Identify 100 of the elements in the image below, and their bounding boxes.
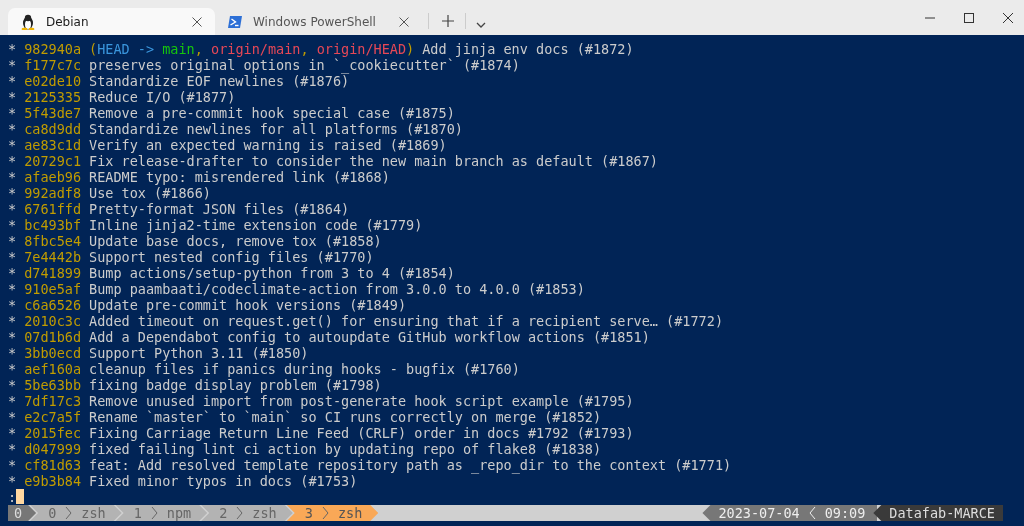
window-segment[interactable]: 2 zsh [201,505,293,521]
graph-marker: * [8,393,17,409]
close-icon[interactable] [398,15,410,28]
commit-hash: 2125335 [24,89,82,105]
commit-message: Inline jinja2-time extension code (#1779) [89,217,423,233]
graph-marker: * [8,313,17,329]
window-name: zsh [81,505,106,521]
commit-message: Remove a pre-commit hook special case (#1875) [89,105,455,121]
tab-title: Debian [46,14,90,29]
commit-hash: c6a6526 [24,297,82,313]
commit-hash: 3bb0ecd [24,345,82,361]
ref-label: main [162,41,195,57]
penguin-icon [20,13,36,30]
graph-marker: * [8,89,17,105]
graph-marker: * [8,425,17,441]
commit-hash: 2015fec [24,425,82,441]
plus-icon[interactable] [441,14,455,28]
commit-hash: ca8d9dd [24,121,82,137]
graph-marker: * [8,441,17,457]
graph-marker: * [8,345,17,361]
ref-punctuation: , [300,41,310,57]
ref-punctuation: ( [89,41,98,57]
commit-message: fixed failing lint ci action by updating repo of flake8 (#1838) [89,441,602,457]
window-segment[interactable]: 3 zsh [286,505,379,521]
window-name: zsh [337,505,363,521]
commit-hash: 7e4442b [24,249,82,265]
chevron-down-icon[interactable] [476,22,486,28]
commit-hash: cf81d63 [24,457,82,473]
chevron-left-icon [808,506,816,520]
chevron-right-icon [236,506,244,520]
graph-marker: * [8,169,17,185]
graph-marker: * [8,457,17,473]
close-icon[interactable] [1002,11,1014,24]
graph-marker: * [8,73,17,89]
commit-message: cleanup files if panics during hooks - bugfix (#1760) [89,361,520,377]
commit-hash: 07d1b6d [24,329,82,345]
commit-hash: bc493bf [24,217,82,233]
window-index: 2 [219,505,228,521]
terminal-tab[interactable]: Debian [8,8,215,35]
commit-message: Update pre-commit hook versions (#1849) [89,297,407,313]
commit-message: Added timeout on request.get() for ensuring that if a recipient serve… (#1772) [89,313,723,329]
graph-marker: * [8,409,17,425]
graph-marker: * [8,105,17,121]
window-name: zsh [252,505,277,521]
chevron-right-icon [65,506,73,520]
prompt-icon [227,13,243,30]
window-segment[interactable]: 1 npm [115,505,208,521]
commit-hash: d741899 [24,265,82,281]
commit-message: Standardize newlines for all platforms (#1870) [89,121,463,137]
commit-hash: 6761ffd [24,201,82,217]
graph-marker: * [8,361,17,377]
commit-hash: 7df17c3 [24,393,82,409]
commit-message: Pretty-format JSON files (#1864) [89,201,350,217]
host-segment: Datafab-MARCE [873,505,1003,521]
close-icon[interactable] [191,15,203,28]
commit-hash: 2010c3c [24,313,82,329]
window-segment[interactable]: 0 zsh [30,505,122,521]
time-text: 09:09 [824,505,866,521]
commit-hash: d047999 [24,441,82,457]
window-index: 0 [48,505,57,521]
chevron-right-icon [150,506,158,520]
commit-message: Verify an expected warning is raised (#1869) [89,137,447,153]
ref-label: origin/main [211,41,301,57]
commit-hash: 992adf8 [24,185,82,201]
chevron-right-icon [321,506,329,520]
graph-marker: * [8,233,17,249]
graph-marker: * [8,217,17,233]
session-segment: 0 [8,505,37,521]
graph-marker: * [8,249,17,265]
graph-marker: * [8,265,17,281]
commit-message: Reduce I/O (#1877) [89,89,236,105]
commit-message: Use tox (#1866) [89,185,211,201]
commit-hash: ae83c1d [24,137,82,153]
commit-message: Fixing Carriage Return Line Feed (CRLF) order in docs #1792 (#1793) [89,425,634,441]
graph-marker: * [8,41,17,57]
graph-marker: * [8,185,17,201]
commit-hash: e9b3b84 [24,473,82,489]
commit-message: Remove unused import from post-generate hook script example (#1795) [89,393,634,409]
graph-marker: * [8,377,17,393]
commit-hash: 5be63bb [24,377,82,393]
ref-label: origin/HEAD [316,41,407,57]
commit-message: Standardize EOF newlines (#1876) [89,73,350,89]
commit-hash: 910e5af [24,281,82,297]
commit-message: Rename `master` to `main` so CI runs correctly on merge (#1852) [89,409,602,425]
maximize-icon[interactable] [963,11,975,24]
commit-message: preserves original options in `_cookiecutter` (#1874) [89,57,520,73]
commit-hash: 20729c1 [24,153,82,169]
graph-marker: * [8,201,17,217]
graph-marker: * [8,281,17,297]
date-text: 2023-07-04 [718,505,800,521]
window-index: 1 [133,505,142,521]
commit-hash: aef160a [24,361,82,377]
commit-hash: 982940a [24,41,82,57]
ref-label: HEAD -> [97,41,155,57]
commit-hash: 5f43de7 [24,105,82,121]
commit-message: Bump actions/setup-python from 3 to 4 (#1854) [89,265,455,281]
commit-message: Bump paambaati/codeclimate-action from 3.0.0 to 4.0.0 (#1853) [89,281,585,297]
terminal-tab[interactable]: Windows PowerShell [215,8,422,35]
commit-message: Support nested config files (#1770) [89,249,374,265]
graph-marker: * [8,57,17,73]
